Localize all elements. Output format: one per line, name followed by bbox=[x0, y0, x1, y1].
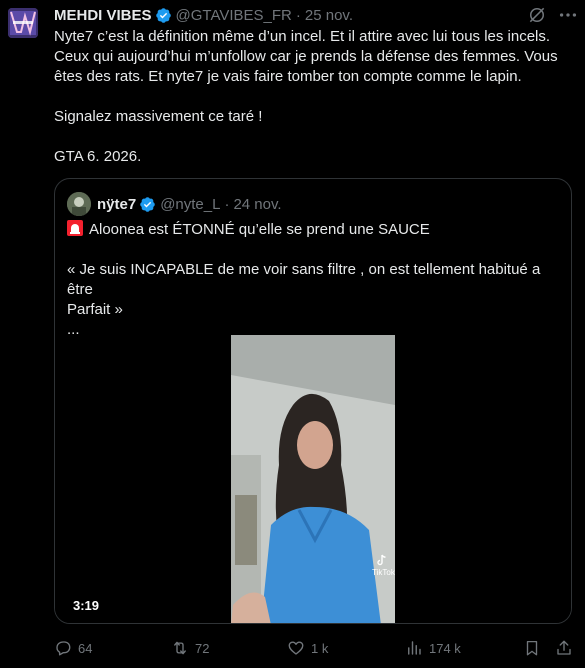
tweet-header: MEHDI VIBES @GTAVIBES_FR · 25 nov. bbox=[54, 5, 353, 25]
views-button[interactable]: 174 k bbox=[405, 636, 461, 660]
separator: · bbox=[224, 195, 230, 213]
video-player[interactable]: TikTok 3:19 bbox=[55, 335, 571, 623]
heart-icon bbox=[288, 641, 304, 655]
author-avatar[interactable] bbox=[8, 8, 38, 38]
bookmark-button[interactable] bbox=[523, 636, 547, 660]
tweet-text-line bbox=[54, 87, 574, 107]
retweet-count: 72 bbox=[195, 640, 210, 656]
quote-author-avatar[interactable] bbox=[67, 192, 91, 216]
quote-text-line: « Je suis INCAPABLE de me voir sans filt… bbox=[67, 261, 541, 298]
tiktok-icon bbox=[377, 554, 386, 566]
tweet-text-line bbox=[54, 127, 574, 147]
quote-text: Aloonea est ÉTONNÉ qu’elle se prend une … bbox=[67, 220, 561, 340]
quoted-tweet[interactable]: nÿte7 @nyte_L · 24 nov. Aloonea est ÉTON… bbox=[54, 178, 572, 624]
tweet-text: Nyte7 c’est la définition même d’un ince… bbox=[54, 27, 574, 167]
siren-icon bbox=[67, 220, 83, 236]
reply-button[interactable]: 64 bbox=[54, 636, 92, 660]
quote-text-line bbox=[67, 240, 561, 260]
action-bar: 64 72 1 k 174 k bbox=[54, 636, 574, 660]
share-button[interactable] bbox=[555, 636, 579, 660]
tweet-text-line: Ceux qui aujourd’hui m’unfollow car je p… bbox=[54, 48, 558, 65]
tweet-text-line: êtes des rats. Et nyte7 je vais faire to… bbox=[54, 68, 522, 85]
tweet-text-line: Nyte7 c’est la définition même d’un ince… bbox=[54, 28, 551, 45]
quote-header: nÿte7 @nyte_L · 24 nov. bbox=[67, 192, 282, 216]
verified-badge-icon bbox=[155, 7, 171, 23]
separator: · bbox=[295, 6, 301, 24]
video-duration: 3:19 bbox=[73, 598, 100, 613]
tiktok-label: TikTok bbox=[372, 568, 395, 577]
retweet-icon bbox=[174, 641, 186, 655]
tiktok-watermark: TikTok bbox=[372, 554, 395, 577]
grok-icon[interactable] bbox=[527, 5, 547, 25]
views-count: 174 k bbox=[429, 640, 461, 656]
author-handle[interactable]: @GTAVIBES_FR bbox=[176, 7, 292, 24]
quote-text-line: Aloonea est ÉTONNÉ qu’elle se prend une … bbox=[67, 220, 561, 240]
quote-text-line: Parfait » bbox=[67, 301, 123, 318]
retweet-button[interactable]: 72 bbox=[171, 636, 209, 660]
video-thumbnail[interactable]: TikTok bbox=[231, 335, 395, 623]
tweet-date[interactable]: 25 nov. bbox=[305, 7, 353, 24]
quote-text-line-1: Aloonea est ÉTONNÉ qu’elle se prend une … bbox=[89, 221, 430, 238]
more-icon[interactable] bbox=[557, 4, 579, 26]
quote-date[interactable]: 24 nov. bbox=[233, 196, 281, 213]
verified-badge-icon bbox=[140, 196, 155, 212]
like-count: 1 k bbox=[311, 640, 329, 656]
reply-count: 64 bbox=[78, 640, 93, 656]
quote-author-handle[interactable]: @nyte_L bbox=[160, 196, 220, 213]
tweet-text-line: Signalez massivement ce taré ! bbox=[54, 108, 263, 125]
views-icon bbox=[408, 641, 421, 655]
share-icon bbox=[557, 640, 571, 655]
like-button[interactable]: 1 k bbox=[287, 636, 328, 660]
bookmark-icon bbox=[526, 640, 538, 656]
quote-author-name[interactable]: nÿte7 bbox=[97, 196, 136, 213]
tweet[interactable]: MEHDI VIBES @GTAVIBES_FR · 25 nov. Nyte7… bbox=[0, 0, 585, 668]
reply-icon bbox=[56, 641, 71, 656]
author-name[interactable]: MEHDI VIBES bbox=[54, 7, 152, 24]
tweet-text-line: GTA 6. 2026. bbox=[54, 148, 142, 165]
